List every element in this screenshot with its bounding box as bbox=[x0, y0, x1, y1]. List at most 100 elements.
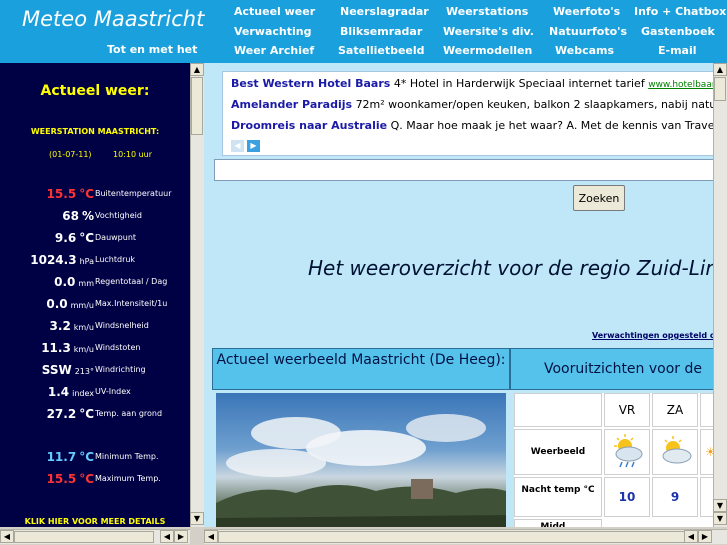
nav-weermodellen[interactable]: Weermodellen bbox=[443, 44, 532, 57]
nav-weerfotos[interactable]: Weerfoto's bbox=[553, 5, 620, 18]
reading-unit: °C bbox=[79, 187, 94, 201]
scroll-thumb[interactable] bbox=[14, 531, 154, 543]
reading-label: Temp. aan grond bbox=[95, 409, 163, 418]
reading-label: Maximum Temp. bbox=[95, 474, 161, 483]
ad-title[interactable]: Amelander Paradijs bbox=[231, 98, 352, 111]
reading-number: 11.3 bbox=[41, 341, 71, 355]
reading-unit: km/u bbox=[73, 345, 94, 354]
scroll-right-icon[interactable]: ▶ bbox=[174, 530, 188, 543]
nav-weersites[interactable]: Weersite's div. bbox=[443, 25, 534, 38]
nav-info-chatbox[interactable]: Info + Chatbox bbox=[634, 5, 726, 18]
night-temp: 10 bbox=[604, 477, 650, 517]
ad-next-icon[interactable]: ▶ bbox=[247, 140, 260, 152]
reading-unit: mm bbox=[78, 279, 94, 288]
station-name: WEERSTATION MAASTRICHT: bbox=[30, 127, 160, 136]
ad-item[interactable]: Amelander Paradijs 72m² woonkamer/open k… bbox=[231, 98, 713, 111]
search-button[interactable]: Zoeken bbox=[573, 185, 625, 211]
scroll-thumb[interactable] bbox=[191, 77, 203, 135]
page-headline: Het weeroverzicht voor de regio Zuid-Lim… bbox=[308, 256, 713, 280]
nav-email[interactable]: E-mail bbox=[658, 44, 697, 57]
reading-value: 1024.3 hPa bbox=[30, 253, 94, 267]
observation-date: (01-07-11) bbox=[49, 150, 92, 159]
reading-unit: % bbox=[81, 209, 94, 223]
reading-unit: 213° bbox=[74, 367, 94, 376]
main-scrollbar[interactable]: ▲ ▼ ▼ bbox=[713, 63, 727, 527]
reading-number: 0.0 bbox=[46, 297, 68, 311]
ad-text: 72m² woonkamer/open keuken, balkon 2 sla… bbox=[355, 98, 713, 111]
sidebar-scrollbar[interactable]: ▲ ▼ bbox=[190, 63, 204, 527]
reading-number: 15.5 bbox=[46, 472, 77, 486]
observation-time: 10:10 uur bbox=[113, 150, 153, 159]
reading-value: 11.7 °C bbox=[47, 450, 94, 464]
reading-row: 1024.3 hPa Luchtdruk bbox=[0, 253, 190, 269]
reading-label: Windstoten bbox=[95, 343, 141, 352]
main-hscrollbar[interactable]: ◀ ◀ ▶ bbox=[204, 529, 727, 544]
reading-row: 68% Vochtigheid bbox=[0, 209, 190, 225]
reading-label: Max.Intensiteit/1u bbox=[95, 299, 168, 308]
scroll-thumb[interactable] bbox=[218, 531, 688, 543]
reading-label: Regentotaal / Dag bbox=[95, 277, 168, 286]
search-input[interactable] bbox=[214, 159, 713, 181]
reading-number: 3.2 bbox=[49, 319, 71, 333]
scroll-down-icon[interactable]: ▼ bbox=[713, 512, 727, 525]
ad-url[interactable]: www.hotelbaars.com bbox=[648, 80, 713, 90]
scroll-left-icon[interactable]: ◀ bbox=[684, 530, 698, 543]
scroll-down-icon[interactable]: ▼ bbox=[713, 499, 727, 512]
scroll-up-icon[interactable]: ▲ bbox=[713, 63, 727, 76]
reading-value: 15.5 °C bbox=[47, 187, 94, 201]
scroll-right-icon[interactable]: ▶ bbox=[698, 530, 712, 543]
scroll-down-icon[interactable]: ▼ bbox=[190, 512, 204, 525]
ad-box: Best Western Hotel Baars 4* Hotel in Har… bbox=[222, 71, 713, 156]
reading-unit: °C bbox=[79, 472, 94, 486]
reading-row: 0.0 mm Regentotaal / Dag bbox=[0, 275, 190, 291]
scroll-left-icon[interactable]: ◀ bbox=[204, 530, 218, 543]
nav-weer-archief[interactable]: Weer Archief bbox=[234, 44, 314, 57]
nav-bliksemradar[interactable]: Bliksemradar bbox=[340, 25, 422, 38]
sun-icon: ☀ bbox=[700, 429, 713, 475]
reading-value: 3.2 km/u bbox=[50, 319, 94, 333]
nav-satellietbeeld[interactable]: Satellietbeeld bbox=[338, 44, 425, 57]
reading-row: 15.5 °C Buitentemperatuur bbox=[0, 187, 190, 203]
nav-natuurfotos[interactable]: Natuurfoto's bbox=[549, 25, 627, 38]
ad-prev-icon[interactable]: ◀ bbox=[231, 140, 244, 152]
reading-label: Minimum Temp. bbox=[95, 452, 159, 461]
nav-weerstations[interactable]: Weerstations bbox=[446, 5, 528, 18]
sidebar-hscrollbar[interactable]: ◀ ◀ ▶ bbox=[0, 529, 190, 544]
reading-row: 3.2 km/u Windsnelheid bbox=[0, 319, 190, 335]
nav-neerslagradar[interactable]: Neerslagradar bbox=[340, 5, 429, 18]
scroll-thumb[interactable] bbox=[714, 77, 726, 101]
scroll-left-icon[interactable]: ◀ bbox=[160, 530, 174, 543]
reading-value: 15.5 °C bbox=[47, 472, 94, 486]
scroll-left-icon[interactable]: ◀ bbox=[0, 530, 14, 543]
browser-page: Meteo Maastricht Tot en met het l Actuee… bbox=[0, 0, 727, 545]
main-content: Best Western Hotel Baars 4* Hotel in Har… bbox=[204, 63, 713, 527]
ad-item[interactable]: Droomreis naar Australie Q. Maar hoe maa… bbox=[231, 119, 713, 132]
rain-sun-icon bbox=[604, 429, 650, 475]
reading-row: 9.6 °C Dauwpunt bbox=[0, 231, 190, 247]
nav-actueel-weer[interactable]: Actueel weer bbox=[234, 5, 315, 18]
webcam-photo[interactable] bbox=[216, 393, 506, 527]
scroll-up-icon[interactable]: ▲ bbox=[190, 63, 204, 76]
ad-title[interactable]: Best Western Hotel Baars bbox=[231, 77, 390, 90]
reading-label: Luchtdruk bbox=[95, 255, 136, 264]
reading-unit: hPa bbox=[79, 257, 94, 266]
more-details-link[interactable]: KLIK HIER VOOR MEER DETAILS bbox=[0, 517, 190, 526]
reading-unit: °C bbox=[79, 231, 94, 245]
forecast-time-link[interactable]: Verwachtingen opgesteld om bbox=[592, 331, 713, 340]
nav-gastenboek[interactable]: Gastenboek bbox=[641, 25, 715, 38]
ad-item[interactable]: Best Western Hotel Baars 4* Hotel in Har… bbox=[231, 77, 713, 90]
site-header: Meteo Maastricht Tot en met het l Actuee… bbox=[0, 0, 727, 63]
nav-webcams[interactable]: Webcams bbox=[555, 44, 614, 57]
reading-number: 1024.3 bbox=[30, 253, 77, 267]
reading-number: 27.2 bbox=[46, 407, 77, 421]
site-brand[interactable]: Meteo Maastricht bbox=[22, 7, 204, 31]
reading-row: 0.0 mm/u Max.Intensiteit/1u bbox=[0, 297, 190, 313]
reading-number: 0.0 bbox=[54, 275, 76, 289]
reading-row: 15.5 °C Maximum Temp. bbox=[0, 472, 190, 488]
weather-sidebar: Actueel weer: WEERSTATION MAASTRICHT: (0… bbox=[0, 63, 190, 527]
row-label-nacht: Nacht temp °C bbox=[514, 477, 602, 517]
nav-verwachting[interactable]: Verwachting bbox=[234, 25, 311, 38]
night-temp: 9 bbox=[652, 477, 698, 517]
reading-label: Windrichting bbox=[95, 365, 146, 374]
ad-title[interactable]: Droomreis naar Australie bbox=[231, 119, 387, 132]
